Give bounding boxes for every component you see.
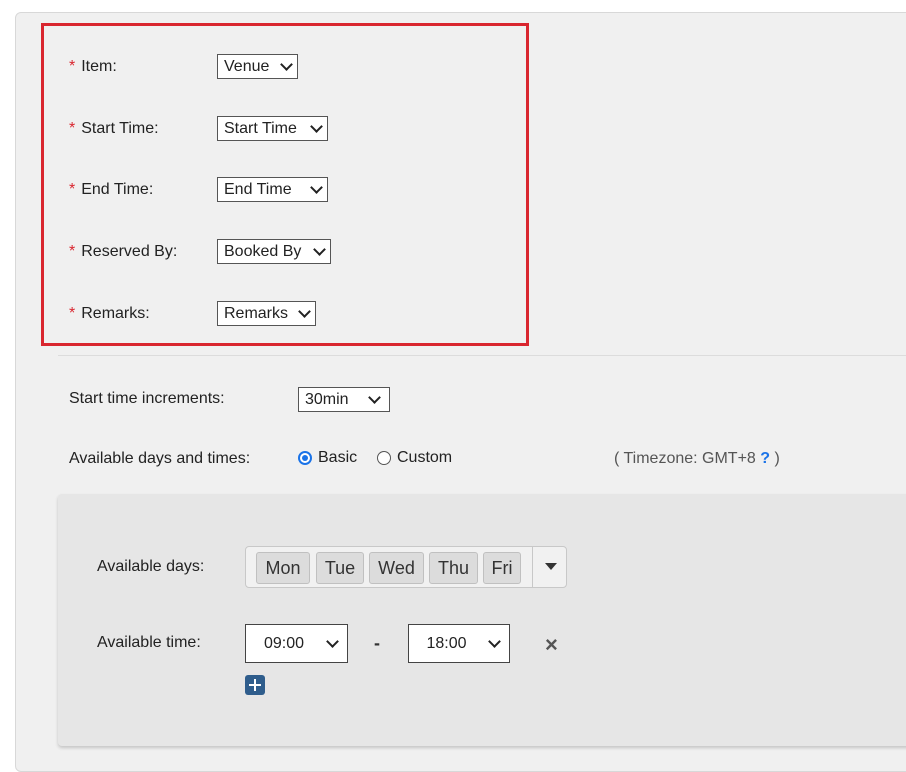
chevron-down-icon bbox=[310, 180, 323, 194]
item-label: * Item: bbox=[69, 58, 117, 75]
radio-custom[interactable]: Custom bbox=[377, 449, 452, 467]
days-multiselect[interactable]: Mon Tue Wed Thu Fri bbox=[245, 546, 567, 588]
radio-custom-label: Custom bbox=[397, 449, 453, 466]
caret-down-icon[interactable] bbox=[545, 563, 557, 570]
chevron-down-icon bbox=[310, 119, 323, 133]
chevron-down-icon bbox=[368, 390, 381, 404]
radio-basic-label: Basic bbox=[318, 449, 358, 466]
item-select[interactable]: Venue bbox=[217, 54, 298, 79]
days-divider bbox=[532, 547, 533, 587]
start-time-label: * Start Time: bbox=[69, 120, 159, 137]
radio-basic[interactable]: Basic bbox=[298, 449, 357, 467]
plus-square-icon[interactable] bbox=[245, 675, 265, 695]
end-time-select[interactable]: End Time bbox=[217, 177, 328, 202]
chevron-down-icon bbox=[488, 634, 501, 648]
end-time-picker[interactable]: 18:00 bbox=[408, 624, 510, 663]
availability-label: Available days and times: bbox=[69, 450, 251, 467]
required-mark: * bbox=[69, 120, 76, 137]
availability-settings-box bbox=[58, 494, 906, 746]
close-icon[interactable]: × bbox=[545, 634, 558, 656]
chevron-down-icon bbox=[280, 57, 293, 71]
chevron-down-icon bbox=[313, 242, 326, 256]
day-chip-mon[interactable]: Mon bbox=[256, 552, 310, 584]
day-chip-thu[interactable]: Thu bbox=[429, 552, 478, 584]
required-mark: * bbox=[69, 58, 76, 75]
required-mark: * bbox=[69, 243, 76, 260]
section-divider bbox=[58, 355, 906, 356]
radio-basic-button[interactable] bbox=[298, 451, 312, 465]
time-separator: - bbox=[374, 633, 380, 653]
radio-custom-button[interactable] bbox=[377, 451, 391, 465]
increments-select[interactable]: 30min bbox=[298, 387, 390, 412]
question-icon[interactable]: ? bbox=[760, 450, 770, 467]
day-chip-tue[interactable]: Tue bbox=[316, 552, 364, 584]
required-mark: * bbox=[69, 305, 76, 322]
start-time-picker[interactable]: 09:00 bbox=[245, 624, 348, 663]
available-time-label: Available time: bbox=[97, 634, 201, 651]
increments-label: Start time increments: bbox=[69, 390, 225, 407]
reserved-by-label: * Reserved By: bbox=[69, 243, 178, 260]
remarks-select[interactable]: Remarks bbox=[217, 301, 316, 326]
available-days-label: Available days: bbox=[97, 558, 205, 575]
day-chip-fri[interactable]: Fri bbox=[483, 552, 521, 584]
chevron-down-icon bbox=[298, 304, 311, 318]
chevron-down-icon bbox=[326, 634, 339, 648]
remarks-label: * Remarks: bbox=[69, 305, 150, 322]
day-chip-wed[interactable]: Wed bbox=[369, 552, 424, 584]
timezone-info: ( Timezone: GMT+8 ? ) bbox=[614, 450, 780, 467]
reserved-by-select[interactable]: Booked By bbox=[217, 239, 331, 264]
end-time-label: * End Time: bbox=[69, 181, 154, 198]
required-mark: * bbox=[69, 181, 76, 198]
start-time-select[interactable]: Start Time bbox=[217, 116, 328, 141]
